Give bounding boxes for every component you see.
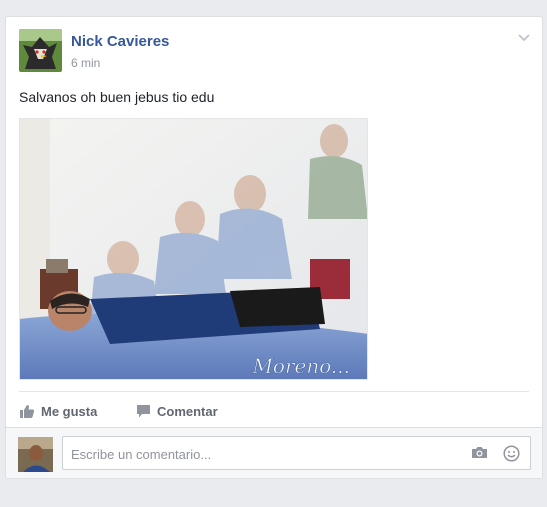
- current-user-avatar[interactable]: [18, 437, 53, 472]
- comment-button[interactable]: Comentar: [136, 401, 218, 421]
- photo-watermark: Moreno...: [251, 354, 350, 378]
- comment-label: Comentar: [157, 403, 218, 419]
- divider: [19, 391, 529, 392]
- like-label: Me gusta: [41, 403, 98, 419]
- comment-input[interactable]: [69, 437, 453, 471]
- post-card: Nick Cavieres 6 min Salvanos oh buen jeb…: [5, 16, 543, 479]
- smiley-icon[interactable]: [503, 445, 520, 467]
- comment-box: [62, 436, 531, 471]
- author-name[interactable]: Nick Cavieres: [71, 33, 169, 50]
- speech-bubble-icon: [137, 404, 150, 417]
- post-photo[interactable]: Moreno...: [19, 118, 368, 380]
- comment-area: [6, 427, 542, 478]
- post-text: Salvanos oh buen jebus tio edu: [19, 89, 215, 105]
- like-button[interactable]: Me gusta: [19, 401, 97, 421]
- thumbs-up-icon: [20, 404, 35, 418]
- chevron-down-icon[interactable]: [516, 31, 532, 43]
- post-timestamp[interactable]: 6 min: [71, 56, 100, 70]
- author-avatar[interactable]: [19, 29, 62, 72]
- camera-icon[interactable]: [471, 445, 488, 465]
